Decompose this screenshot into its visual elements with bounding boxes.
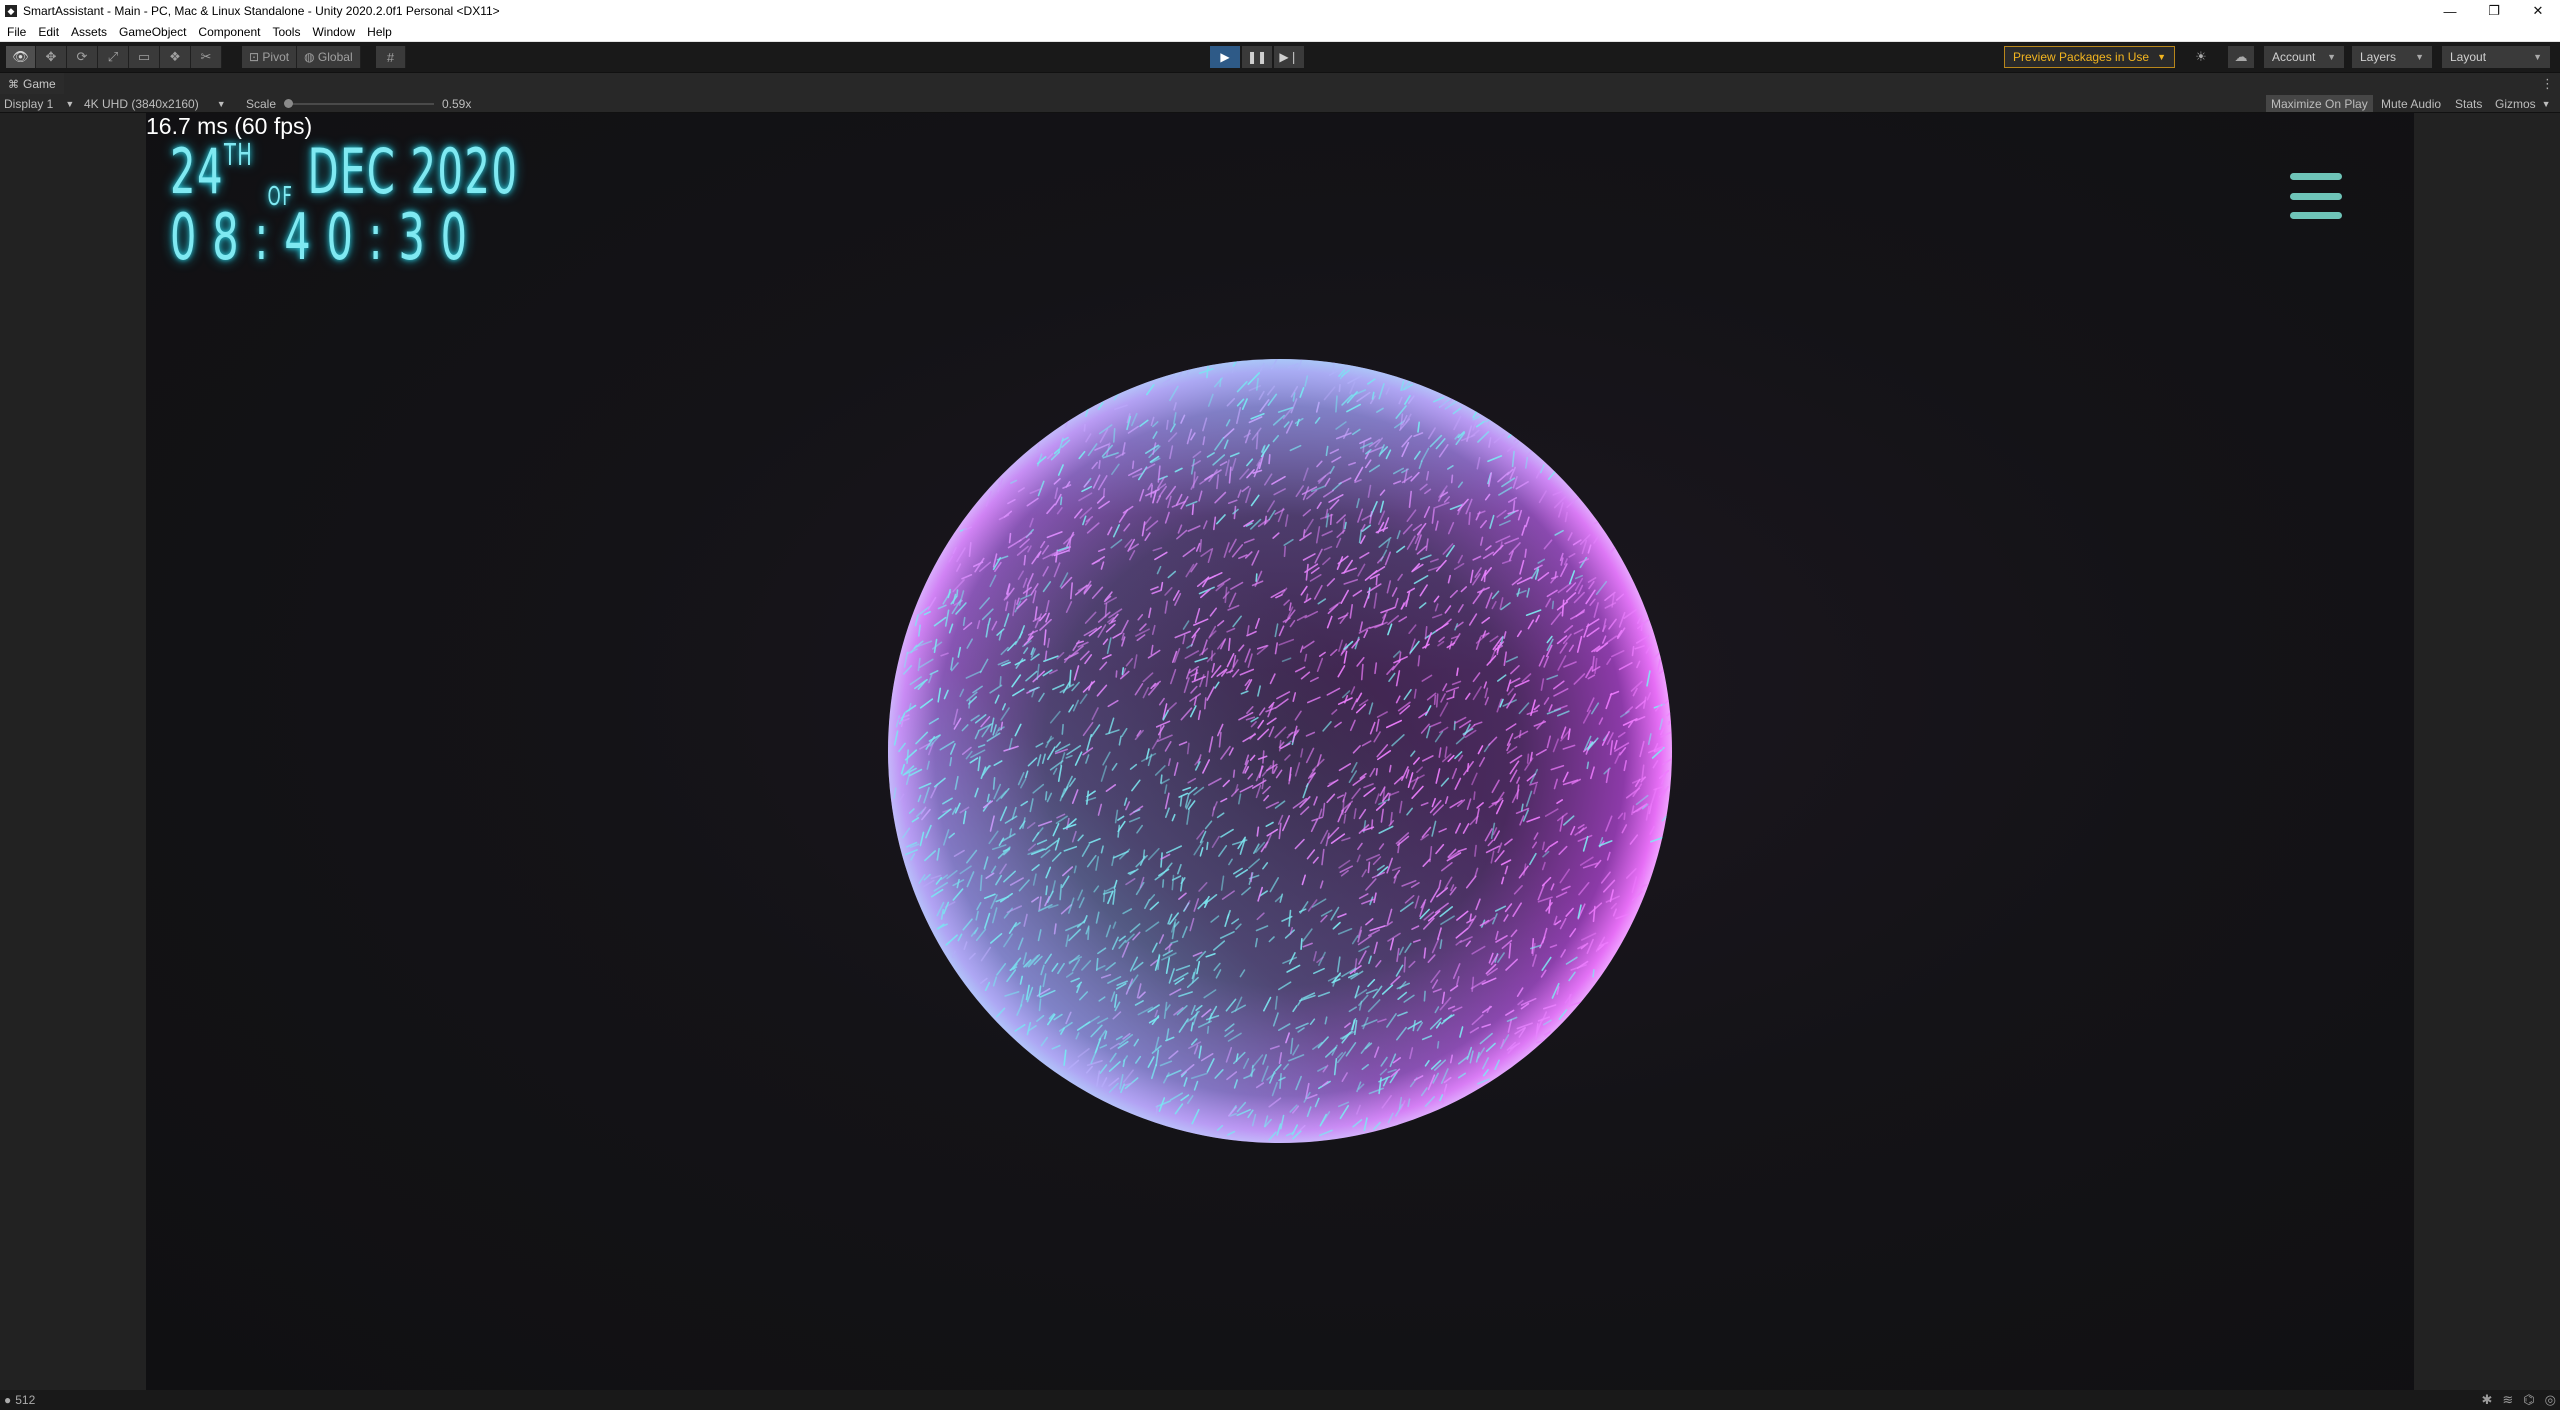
chevron-down-icon: ▼ bbox=[2157, 52, 2166, 62]
status-count: 512 bbox=[15, 1393, 36, 1407]
info-icon: ● bbox=[4, 1393, 12, 1407]
menu-gameobject[interactable]: GameObject bbox=[113, 25, 192, 39]
scale-value: 0.59x bbox=[442, 96, 472, 111]
unity-logo-icon: ◆ bbox=[5, 5, 17, 17]
account-dropdown[interactable]: Account ▼ bbox=[2264, 46, 2344, 68]
main-toolbar: 👁 ✥ ⟳ ⤢ ▭ ❖ ✂ ⊡ Pivot ◍ Global # ▶ ❚❚ ▶❘… bbox=[0, 42, 2560, 72]
sun-icon[interactable]: ☀ bbox=[2188, 46, 2214, 68]
gizmos-label: Gizmos bbox=[2495, 96, 2536, 111]
date-month-year: DEC 2020 bbox=[307, 135, 519, 208]
chevron-down-icon: ▼ bbox=[2541, 98, 2551, 109]
more-options-icon[interactable]: ⋮ bbox=[2541, 76, 2554, 92]
pivot-label: Pivot bbox=[262, 50, 290, 64]
resolution-dropdown[interactable]: 4K UHD (3840x2160) ▼ bbox=[84, 94, 226, 113]
pivot-button[interactable]: ⊡ Pivot bbox=[242, 46, 298, 68]
scale-slider-thumb[interactable] bbox=[284, 99, 293, 108]
menu-assets[interactable]: Assets bbox=[65, 25, 113, 39]
preview-packages-label: Preview Packages in Use bbox=[2013, 50, 2150, 64]
account-label: Account bbox=[2272, 50, 2316, 64]
viewport-letterbox-right bbox=[2414, 113, 2560, 1390]
hamburger-menu-icon[interactable] bbox=[2290, 173, 2342, 219]
display-label: Display 1 bbox=[4, 96, 54, 111]
minimize-icon[interactable]: — bbox=[2428, 0, 2472, 22]
game-tab-bar: ⌘ Game ⋮ bbox=[0, 72, 2560, 95]
global-button[interactable]: ◍ Global bbox=[297, 46, 361, 68]
menu-component[interactable]: Component bbox=[192, 25, 266, 39]
gizmos-button[interactable]: Gizmos ▼ bbox=[2490, 95, 2556, 112]
preview-packages-button[interactable]: Preview Packages in Use ▼ bbox=[2004, 46, 2175, 68]
layers-label: Layers bbox=[2360, 50, 2397, 64]
layout-label: Layout bbox=[2450, 50, 2487, 64]
resolution-label: 4K UHD (3840x2160) bbox=[84, 96, 199, 111]
display-dropdown[interactable]: Display 1 ▼ bbox=[4, 94, 74, 113]
collab-icon[interactable]: ◎ bbox=[2545, 1392, 2556, 1408]
menu-window[interactable]: Window bbox=[306, 25, 361, 39]
chevron-down-icon: ▼ bbox=[65, 98, 75, 109]
global-label: Global bbox=[317, 50, 353, 64]
mute-audio-button[interactable]: Mute Audio bbox=[2376, 95, 2446, 112]
maximize-on-play-button[interactable]: Maximize On Play bbox=[2266, 95, 2373, 112]
move-tool-icon[interactable]: ✥ bbox=[36, 46, 67, 68]
chevron-down-icon: ▼ bbox=[2415, 52, 2424, 62]
game-viewport[interactable]: 16.7 ms (60 fps) 24TH OF DEC 2020 08:40:… bbox=[146, 113, 2414, 1390]
tab-game-label: Game bbox=[23, 77, 56, 91]
menu-file[interactable]: File bbox=[0, 25, 32, 39]
close-icon[interactable]: ✕ bbox=[2516, 0, 2560, 22]
gamepad-icon: ⌘ bbox=[8, 78, 19, 91]
pivot-group: ⊡ Pivot ◍ Global bbox=[242, 46, 361, 68]
pivot-icon: ⊡ bbox=[249, 50, 260, 64]
viewport-letterbox-left bbox=[0, 113, 146, 1390]
orb-cyan-top bbox=[888, 359, 1672, 1143]
play-icon[interactable]: ▶ bbox=[1210, 46, 1240, 68]
grid-snap-group: # bbox=[376, 46, 406, 68]
bug-icon[interactable]: ✱ bbox=[2481, 1392, 2492, 1408]
custom-tool-icon[interactable]: ✂ bbox=[191, 46, 222, 68]
transform-tool-icon[interactable]: ❖ bbox=[160, 46, 191, 68]
status-left: ● 512 bbox=[4, 1393, 35, 1407]
menu-help[interactable]: Help bbox=[361, 25, 398, 39]
grid-snap-icon[interactable]: # bbox=[376, 46, 406, 68]
scale-tool-icon[interactable]: ⤢ bbox=[98, 46, 129, 68]
hamburger-line bbox=[2290, 173, 2342, 180]
restore-icon[interactable]: ❐ bbox=[2472, 0, 2516, 22]
game-view-toolbar: Display 1 ▼ 4K UHD (3840x2160) ▼ Scale 0… bbox=[0, 94, 2560, 113]
status-right: ✱ ≋ ⌬ ◎ bbox=[2481, 1392, 2556, 1408]
rotate-tool-icon[interactable]: ⟳ bbox=[67, 46, 98, 68]
window-controls: — ❐ ✕ bbox=[2428, 0, 2560, 22]
debug-icon[interactable]: ⌬ bbox=[2523, 1392, 2534, 1408]
network-icon[interactable]: ≋ bbox=[2502, 1392, 2513, 1408]
menu-bar: File Edit Assets GameObject Component To… bbox=[0, 22, 2560, 42]
scale-slider-track[interactable] bbox=[288, 103, 434, 105]
window-title-bar: ◆ SmartAssistant - Main - PC, Mac & Linu… bbox=[0, 0, 2560, 22]
chevron-down-icon: ▼ bbox=[216, 98, 226, 109]
particle-orb bbox=[887, 358, 1673, 1144]
cloud-icon[interactable]: ☁ bbox=[2228, 46, 2254, 68]
layout-dropdown[interactable]: Layout ▼ bbox=[2442, 46, 2550, 68]
neon-clock: 08:40:30 bbox=[170, 201, 483, 275]
scale-label: Scale bbox=[246, 96, 277, 111]
chevron-down-icon: ▼ bbox=[2533, 52, 2542, 62]
tab-game[interactable]: ⌘ Game bbox=[0, 73, 64, 95]
hamburger-line bbox=[2290, 212, 2342, 219]
rect-tool-icon[interactable]: ▭ bbox=[129, 46, 160, 68]
step-icon[interactable]: ▶❘ bbox=[1274, 46, 1304, 68]
chevron-down-icon: ▼ bbox=[2327, 52, 2336, 62]
menu-edit[interactable]: Edit bbox=[32, 25, 65, 39]
stats-button[interactable]: Stats bbox=[2450, 95, 2487, 112]
date-suffix: TH bbox=[223, 138, 254, 173]
globe-icon: ◍ bbox=[304, 50, 315, 64]
play-controls: ▶ ❚❚ ▶❘ bbox=[1210, 46, 1304, 68]
layers-dropdown[interactable]: Layers ▼ bbox=[2352, 46, 2432, 68]
pause-icon[interactable]: ❚❚ bbox=[1242, 46, 1272, 68]
view-tool-icon[interactable]: 👁 bbox=[6, 46, 36, 68]
date-day: 24 bbox=[170, 135, 224, 208]
hamburger-line bbox=[2290, 192, 2342, 200]
transform-tools: 👁 ✥ ⟳ ⤢ ▭ ❖ ✂ bbox=[6, 46, 222, 68]
window-title: SmartAssistant - Main - PC, Mac & Linux … bbox=[23, 4, 500, 18]
status-bar: ● 512 ✱ ≋ ⌬ ◎ bbox=[0, 1390, 2560, 1410]
menu-tools[interactable]: Tools bbox=[266, 25, 306, 39]
